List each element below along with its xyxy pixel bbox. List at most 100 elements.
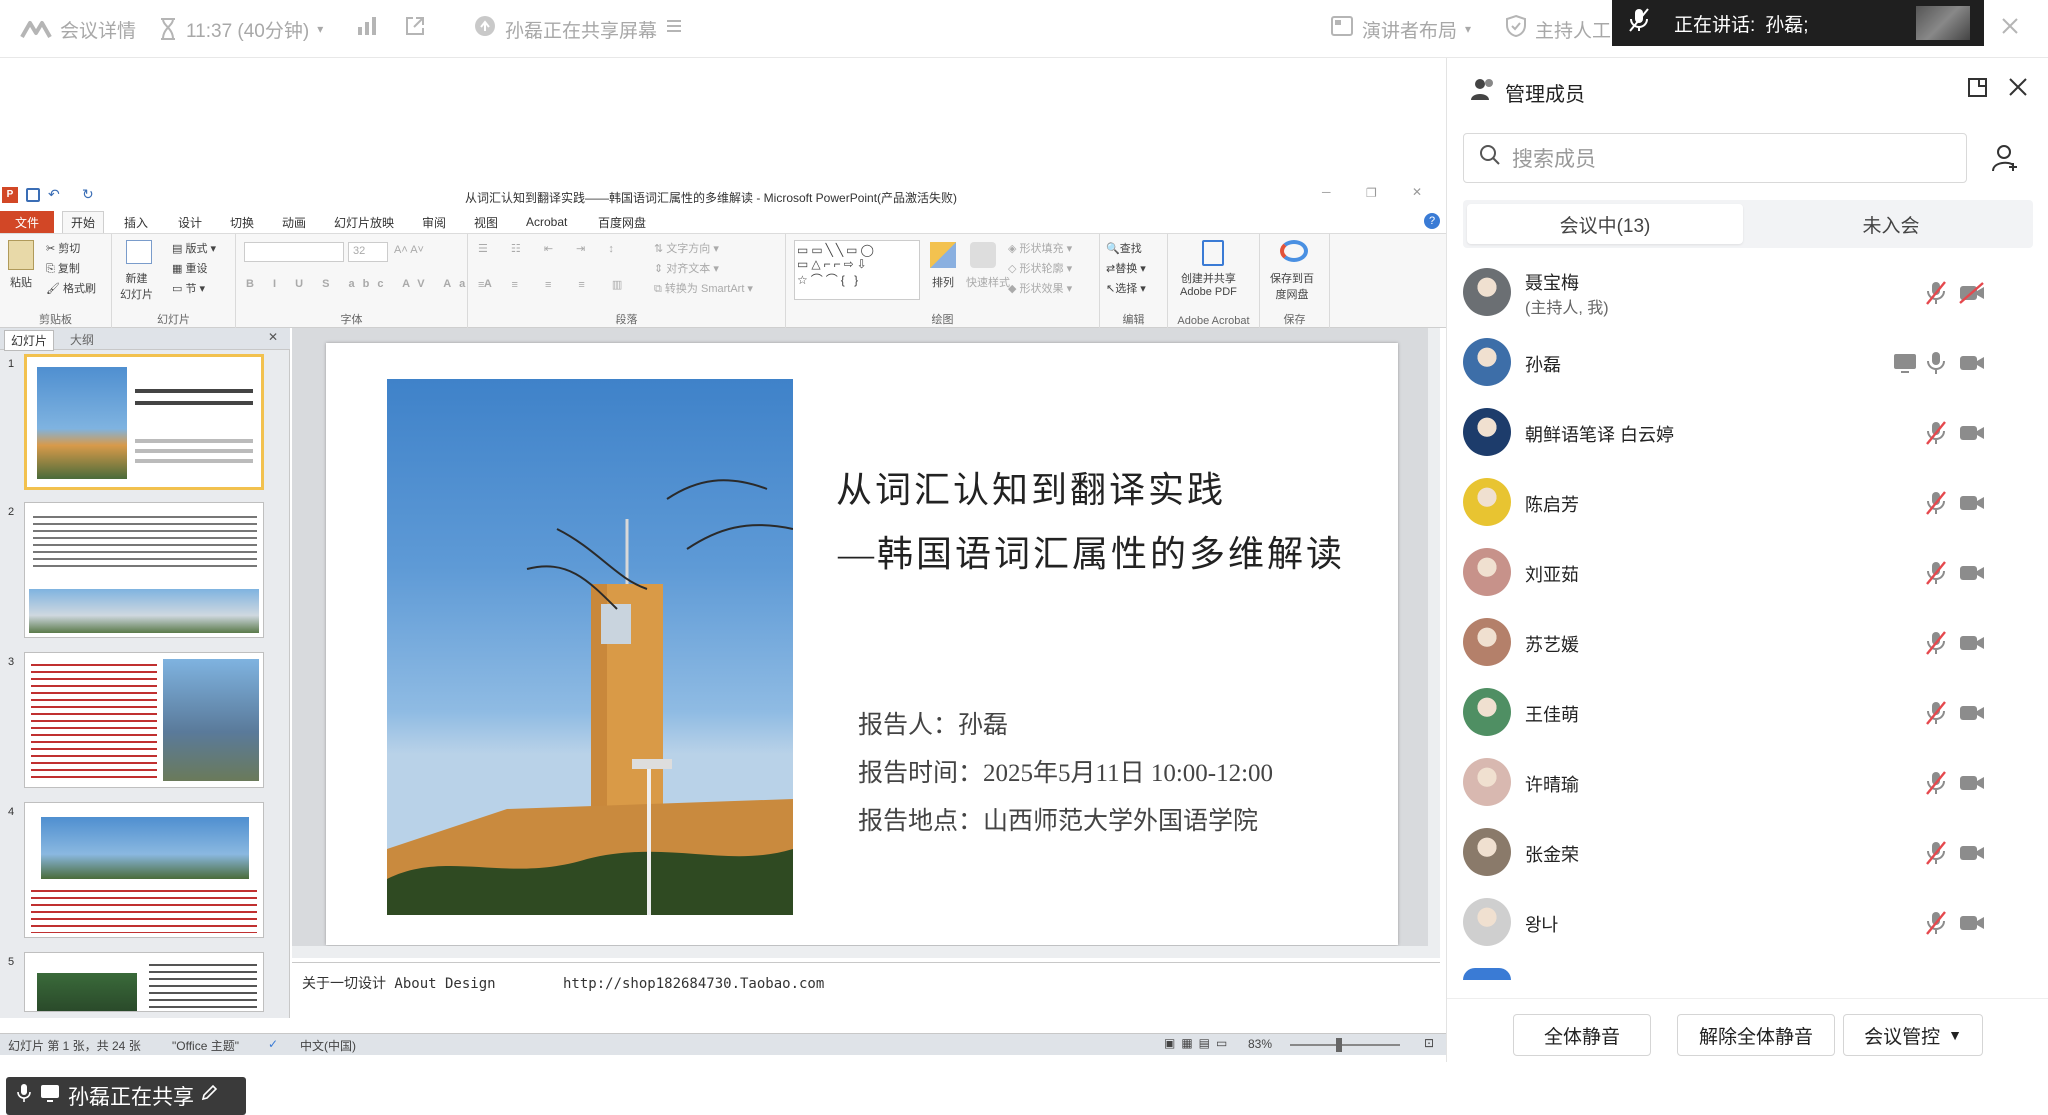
font-family-select[interactable] [244,242,344,262]
camera-icon[interactable] [1959,772,1985,794]
zoom-slider-thumb[interactable] [1336,1038,1342,1052]
member-row[interactable]: 张金荣 [1463,818,2033,888]
mic-muted-icon[interactable] [1925,700,1947,726]
camera-icon[interactable] [1959,492,1985,514]
shape-effects-button[interactable]: ◆ 形状效果 ▾ [1008,280,1072,296]
pdf-icon[interactable] [1202,240,1224,266]
list-buttons[interactable]: ☰ ☷ ⇤ ⇥ ↕ [478,242,624,255]
member-row[interactable]: 苏艺媛 [1463,608,2033,678]
unmute-all-button[interactable]: 解除全体静音 [1677,1014,1835,1056]
close-button[interactable] [2000,0,2020,58]
camera-icon[interactable] [1959,912,1985,934]
layout-button[interactable]: ▤ 版式 ▾ [172,240,216,256]
slide-place[interactable]: 报告地点：山西师范大学外国语学院 [858,801,1258,837]
window-close-icon[interactable]: ✕ [1412,185,1422,199]
search-members-input[interactable]: 搜索成员 [1463,133,1967,183]
slide-thumbnail-5[interactable] [24,952,264,1012]
camera-off-icon[interactable] [1959,282,1985,304]
section-button[interactable]: ▭ 节 ▾ [172,280,205,296]
add-member-button[interactable] [1981,134,2031,182]
member-row[interactable]: 朝鲜语笔译 白云婷 [1463,398,2033,468]
create-pdf-label[interactable]: 创建并共享 Adobe PDF [1180,270,1237,298]
minimize-icon[interactable]: ─ [1322,185,1331,199]
camera-icon[interactable] [1959,562,1985,584]
tab-file[interactable]: 文件 [0,211,54,233]
mic-icon[interactable] [1925,350,1947,376]
popout-button[interactable] [404,0,426,58]
slide-time[interactable]: 报告时间：2025年5月11日 10:00-12:00 [858,753,1273,789]
slide-thumbnail-4[interactable] [24,802,264,938]
pane-close-icon[interactable]: ✕ [268,330,278,344]
host-ai-button[interactable]: 主持人工 [1505,0,1611,58]
camera-icon[interactable] [1959,632,1985,654]
tab-review[interactable]: 审阅 [414,211,454,233]
camera-icon[interactable] [1959,422,1985,444]
vertical-scrollbar[interactable] [1428,328,1440,958]
camera-icon[interactable] [1959,842,1985,864]
slide-thumbnail-1[interactable] [24,354,264,490]
save-icon[interactable] [26,188,40,202]
mic-muted-icon[interactable] [1925,630,1947,656]
align-text-button[interactable]: ⇕ 对齐文本 ▾ [654,260,719,276]
mic-muted-icon[interactable] [1925,770,1947,796]
font-size-select[interactable]: 32 [348,242,388,262]
tab-baidu[interactable]: 百度网盘 [590,211,654,233]
mute-all-button[interactable]: 全体静音 [1513,1014,1651,1056]
tab-animations[interactable]: 动画 [274,211,314,233]
speaker-layout-button[interactable]: 演讲者布局 ▾ [1330,0,1471,58]
new-slide-icon[interactable] [126,240,152,264]
tab-design[interactable]: 设计 [170,211,210,233]
zoom-level[interactable]: 83% [1248,1037,1272,1051]
slide-edit-area[interactable]: 从词汇认知到翻译实践 —韩国语词汇属性的多维解读 报告人：孙磊 报告时间：202… [292,328,1440,958]
shapes-gallery[interactable]: ▭▭╲╲▭◯ ▭△⌐⌐⇨⇩ ☆⌒⌒{ } [794,240,920,300]
tab-slides[interactable]: 幻灯片 [4,330,55,351]
new-slide-label[interactable]: 新建 幻灯片 [120,270,153,302]
member-row[interactable]: 孙磊 [1463,328,2033,398]
tab-home[interactable]: 开始 [62,211,105,233]
meeting-control-button[interactable]: 会议管控 ▼ [1843,1014,1983,1056]
save-baidu-label[interactable]: 保存到百 度网盘 [1270,270,1314,302]
member-row[interactable]: 刘亚茹 [1463,538,2033,608]
view-buttons[interactable]: ▣▦▤▭ [1164,1036,1233,1050]
slide-title-line2[interactable]: —韩国语词汇属性的多维解读 [838,525,1345,577]
fit-window-icon[interactable]: ⊡ [1424,1036,1434,1050]
help-icon[interactable]: ? [1424,213,1440,229]
zoom-slider[interactable] [1290,1044,1400,1046]
cut-button[interactable]: ✂ 剪切 [46,240,80,256]
member-row[interactable]: 陈启芳 [1463,468,2033,538]
slide-reporter[interactable]: 报告人：孙磊 [858,705,1008,741]
redo-icon[interactable]: ↻ [82,186,94,203]
screen-share-icon[interactable] [1893,352,1919,374]
baidu-cloud-icon[interactable] [1280,240,1308,262]
horizontal-scrollbar[interactable] [292,946,1428,958]
tab-view[interactable]: 视图 [466,211,506,233]
mic-muted-icon[interactable] [1925,420,1947,446]
member-row[interactable]: 聂宝梅 (主持人, 我) [1463,258,2033,328]
member-row[interactable]: 왕나 [1463,888,2033,958]
tab-insert[interactable]: 插入 [116,211,156,233]
tab-slideshow[interactable]: 幻灯片放映 [326,211,402,233]
mic-muted-icon[interactable] [1925,840,1947,866]
arrange-label[interactable]: 排列 [932,274,954,290]
sharing-badge[interactable]: 孙磊正在共享 [6,1077,246,1115]
restore-icon[interactable]: ❐ [1366,186,1377,200]
smartart-button[interactable]: ⧉ 转换为 SmartArt ▾ [654,280,753,296]
notes-text[interactable]: 关于一切设计 About Design http://shop182684730… [302,973,824,993]
paste-icon[interactable] [8,240,34,270]
slide-title-line1[interactable]: 从词汇认知到翻译实践 [836,461,1226,513]
panel-close-icon[interactable] [2007,76,2029,103]
member-row[interactable]: 王佳萌 [1463,678,2033,748]
quick-styles-icon[interactable] [970,242,996,268]
camera-icon[interactable] [1959,352,1985,374]
shape-outline-button[interactable]: ◇ 形状轮廓 ▾ [1008,260,1072,276]
current-slide[interactable]: 从词汇认知到翻译实践 —韩国语词汇属性的多维解读 报告人：孙磊 报告时间：202… [326,343,1398,945]
member-row[interactable]: 许晴瑜 [1463,748,2033,818]
replace-button[interactable]: ⇄替换 ▾ [1106,260,1146,276]
meeting-timer[interactable]: 11:37 (40分钟) ▾ [158,0,323,58]
tab-transitions[interactable]: 切换 [222,211,262,233]
tab-acrobat[interactable]: Acrobat [518,211,575,233]
mic-muted-icon[interactable] [1925,560,1947,586]
find-button[interactable]: 🔍查找 [1106,240,1142,256]
notes-pane[interactable]: 关于一切设计 About Design http://shop182684730… [292,962,1440,1002]
tab-not-joined[interactable]: 未入会 [1753,204,2029,244]
